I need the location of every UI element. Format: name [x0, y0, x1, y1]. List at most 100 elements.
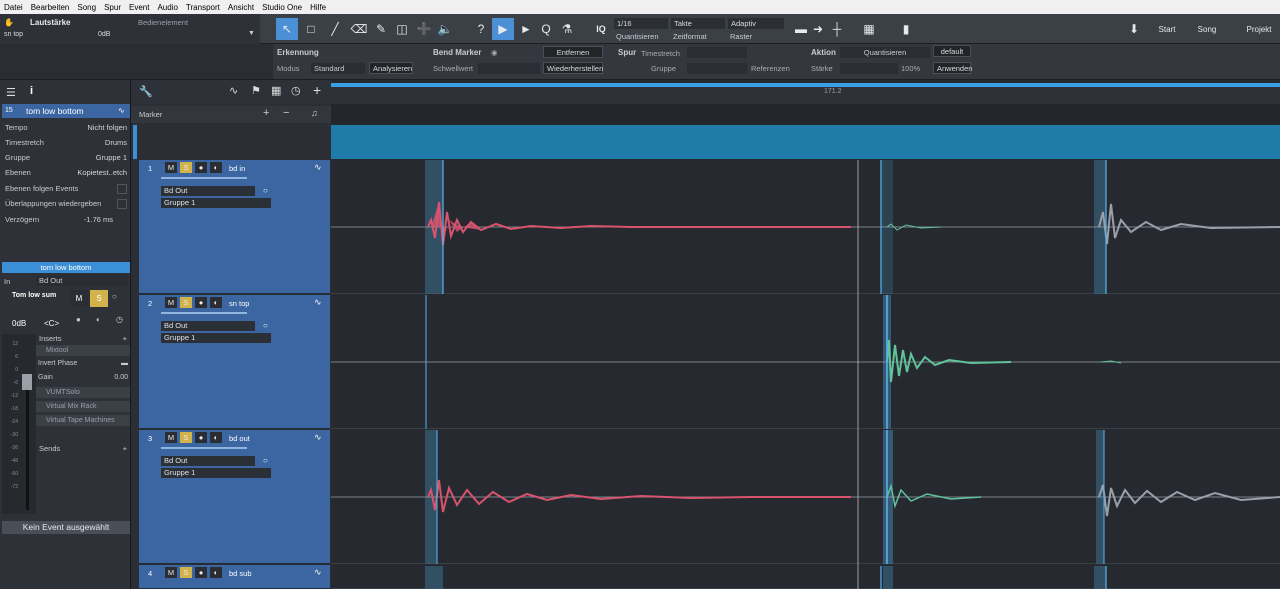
output-ring-icon[interactable]: ○: [263, 321, 268, 330]
grid-settings-button[interactable]: ▦: [856, 18, 882, 40]
arrow-tool-button[interactable]: ↖: [276, 18, 298, 40]
monitor-button[interactable]: ◐: [210, 432, 222, 443]
mute-button[interactable]: M: [165, 567, 177, 578]
timeline-ruler[interactable]: 171.2: [331, 87, 1280, 104]
mute-button[interactable]: M: [165, 162, 177, 173]
group-select[interactable]: Gruppe 1: [161, 198, 271, 208]
menu-icon[interactable]: ☰: [6, 86, 16, 99]
phase-icon[interactable]: ◐: [96, 315, 101, 324]
clock-icon[interactable]: ◷: [291, 84, 301, 97]
gruppe-select[interactable]: [687, 63, 747, 74]
monitor-icon[interactable]: ●: [76, 315, 81, 324]
anwenden-button[interactable]: Anwenden: [933, 62, 972, 74]
listen-tool-button[interactable]: 🔈: [436, 18, 454, 40]
aktion-select[interactable]: Quantisieren: [840, 47, 930, 58]
bend-tool-button[interactable]: ◫: [392, 18, 412, 40]
flag-icon[interactable]: ⚑: [251, 84, 261, 97]
remove-marker-icon[interactable]: −: [283, 107, 289, 119]
info-icon[interactable]: i: [30, 85, 33, 97]
input-select[interactable]: Bd Out: [36, 275, 128, 286]
add-insert-icon[interactable]: +: [123, 334, 127, 343]
volume-fader-knob[interactable]: [22, 374, 32, 390]
mute-button[interactable]: M: [165, 432, 177, 443]
track-name[interactable]: bd sub: [229, 569, 252, 578]
iq-button[interactable]: IQ: [590, 18, 612, 40]
track-header-1[interactable]: 1 M S ● ◐ bd in ∿ Bd Out ○ Gruppe 1: [139, 160, 330, 294]
preset-default[interactable]: default: [933, 45, 971, 57]
checkbox[interactable]: [117, 183, 127, 194]
quantize-select[interactable]: 1/16: [614, 18, 668, 29]
download-button[interactable]: ⬇: [1122, 18, 1146, 40]
add-send-icon[interactable]: +: [123, 444, 127, 453]
group-select[interactable]: Gruppe 1: [161, 468, 271, 478]
output-ring-icon[interactable]: ○: [263, 456, 268, 465]
track-name[interactable]: bd out: [229, 434, 250, 443]
mute-button[interactable]: M: [165, 297, 177, 308]
mute-tool-button[interactable]: ➕: [414, 18, 434, 40]
output-select[interactable]: Bd Out: [161, 186, 255, 196]
arranger-region[interactable]: [331, 125, 1280, 159]
track-header-4[interactable]: 4 M S ● ◐ bd sub ∿: [139, 565, 330, 589]
menu-datei[interactable]: Datei: [0, 3, 27, 12]
menu-audio[interactable]: Audio: [153, 3, 181, 12]
mute-button[interactable]: M: [70, 290, 88, 307]
checkbox[interactable]: [117, 198, 127, 209]
menu-hilfe[interactable]: Hilfe: [306, 3, 330, 12]
cursor-button[interactable]: ┼: [830, 18, 844, 40]
menu-bearbeiten[interactable]: Bearbeiten: [27, 3, 74, 12]
wiederherstellen-button[interactable]: Wiederherstellen: [543, 62, 603, 74]
menu-studio-one[interactable]: Studio One: [258, 3, 306, 12]
loop-button[interactable]: ►: [516, 18, 536, 40]
modus-select[interactable]: Standard: [311, 63, 365, 74]
solo-button[interactable]: S: [180, 567, 192, 578]
song-button[interactable]: Song: [1190, 18, 1224, 40]
arrange-view[interactable]: 171.2: [331, 80, 1280, 589]
insert-slot[interactable]: Virtual Mix Rack: [36, 401, 130, 412]
volume-slider[interactable]: [161, 447, 247, 449]
follow-button[interactable]: ▶: [492, 18, 514, 40]
wrench-icon[interactable]: 🔧: [139, 85, 153, 98]
track-header-3[interactable]: 3 M S ● ◐ bd out ∿ Bd Out ○ Gruppe 1: [139, 430, 330, 564]
track-name[interactable]: bd in: [229, 164, 245, 173]
solo-button[interactable]: S: [180, 432, 192, 443]
insert-slot[interactable]: VUMTSolo: [36, 387, 130, 398]
monitor-button[interactable]: ◐: [210, 162, 222, 173]
invert-phase-row[interactable]: Invert Phase ▬: [36, 360, 130, 367]
range-tool-button[interactable]: □: [300, 18, 322, 40]
marker-lane[interactable]: [331, 104, 1280, 124]
clock-icon[interactable]: ◷: [116, 315, 123, 324]
schwellwert-slider[interactable]: [478, 63, 540, 74]
menu-transport[interactable]: Transport: [182, 3, 224, 12]
toggle-icon[interactable]: ▬: [121, 360, 128, 367]
verzoegern-row[interactable]: Verzögern -1.76 ms: [2, 212, 130, 227]
output-ring-icon[interactable]: ○: [263, 186, 268, 195]
ebenen-folgen-row[interactable]: Ebenen folgen Events: [2, 181, 130, 196]
timeformat-select[interactable]: Takte: [671, 18, 725, 29]
split-tool-button[interactable]: ╱: [326, 18, 344, 40]
add-track-icon[interactable]: +: [313, 82, 321, 98]
param-value[interactable]: 0dB: [98, 31, 110, 38]
menu-event[interactable]: Event: [125, 3, 153, 12]
referenzen-label[interactable]: Referenzen: [751, 64, 790, 73]
chevron-down-icon[interactable]: ▼: [248, 30, 255, 37]
grid-select[interactable]: Adaptiv: [728, 18, 784, 29]
projekt-button[interactable]: Projekt: [1240, 18, 1278, 40]
volume-value[interactable]: 0dB: [12, 319, 26, 328]
solo-button[interactable]: S: [90, 290, 108, 307]
metronome-button[interactable]: ⚗: [558, 18, 576, 40]
record-arm-button[interactable]: ●: [195, 297, 207, 308]
analysieren-button[interactable]: Analysieren: [369, 62, 413, 74]
start-button[interactable]: Start: [1152, 18, 1182, 40]
music-note-icon[interactable]: ♫: [311, 108, 318, 118]
help-button[interactable]: ?: [472, 18, 490, 40]
track-header-2[interactable]: 2 M S ● ◐ sn top ∿ Bd Out ○ Gruppe 1: [139, 295, 330, 429]
eraser-tool-button[interactable]: ⌫: [348, 18, 370, 40]
solo-button[interactable]: S: [180, 162, 192, 173]
timestretch-row[interactable]: Timestretch Drums: [2, 135, 130, 150]
nudge-right-button[interactable]: ➜: [810, 18, 826, 40]
record-icon[interactable]: ○: [112, 292, 117, 301]
nudge-left-button[interactable]: ▬: [794, 18, 808, 40]
timestretch-select[interactable]: [687, 47, 747, 58]
add-marker-icon[interactable]: +: [263, 107, 269, 119]
record-arm-button[interactable]: ●: [195, 432, 207, 443]
